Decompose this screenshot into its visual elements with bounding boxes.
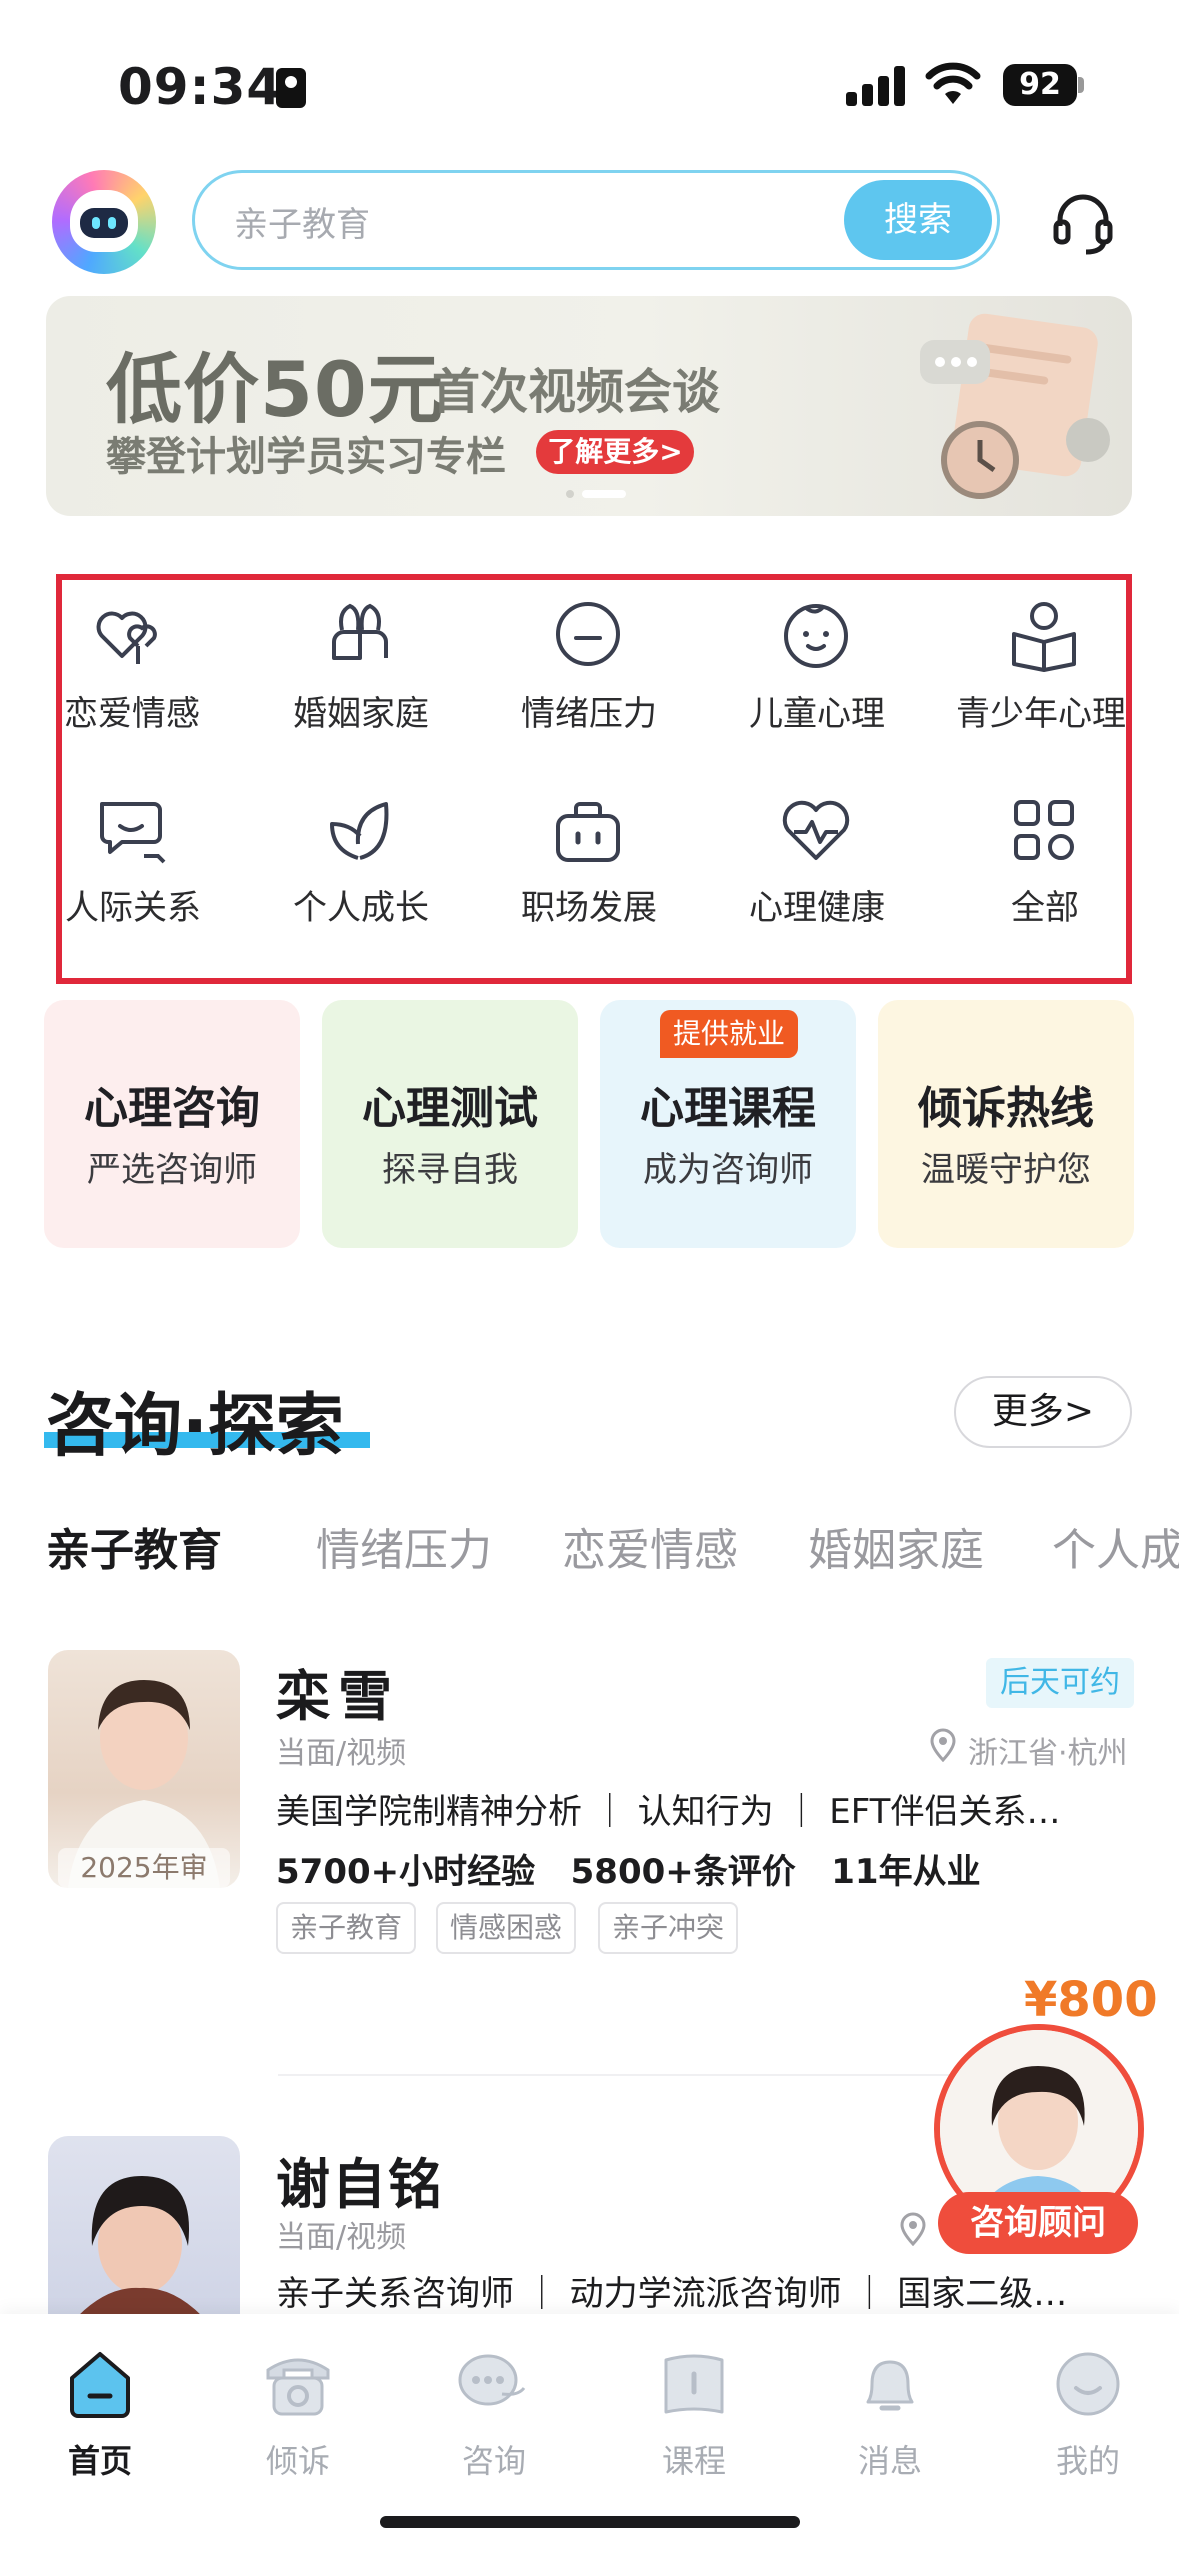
service-card-subtitle: 严选咨询师 (87, 1150, 257, 1190)
banner-learn-more-button[interactable]: 了解更多> (536, 430, 694, 474)
book-icon (664, 2354, 724, 2414)
banner-subtitle: 攀登计划学员实习专栏 (106, 434, 506, 480)
sad-face-icon (556, 602, 620, 666)
nav-messages[interactable]: 消息 (820, 2436, 960, 2482)
robot-eye-right (108, 217, 116, 229)
tab-parenting[interactable]: 亲子教育 (46, 1514, 222, 1578)
cellular-signal-icon (846, 66, 906, 106)
location-pin-icon (930, 1728, 956, 1762)
counselor-tag: 亲子冲突 (598, 1902, 739, 1954)
banner-title-main: 低价50元 (106, 345, 445, 434)
bell-icon (866, 2360, 914, 2411)
couple-icon (332, 603, 388, 660)
service-card-title: 心理课程 (640, 1083, 816, 1134)
category-label[interactable]: 人际关系 (58, 880, 208, 929)
category-label[interactable]: 恋爱情感 (62, 686, 202, 735)
orientation-lock-icon (276, 68, 306, 108)
robot-face (80, 208, 128, 238)
category-label[interactable]: 心理健康 (740, 880, 894, 929)
more-button[interactable]: 更多> (954, 1376, 1132, 1448)
counselor-name[interactable]: 谢自铭 (276, 2140, 444, 2219)
category-label[interactable]: 情绪压力 (512, 686, 666, 735)
banner-pagination-dots[interactable] (566, 490, 630, 498)
counselor-portrait (78, 2176, 202, 2316)
banner-title-rest: 首次视频会谈 (432, 364, 721, 420)
hearts-icon (96, 611, 157, 664)
counselor-photo[interactable] (48, 2136, 240, 2316)
phone-icon (266, 2358, 330, 2416)
tab-romance[interactable]: 恋爱情感 (562, 1514, 738, 1578)
reading-teen-icon (1012, 602, 1076, 672)
nav-home[interactable]: 首页 (30, 2436, 170, 2482)
counselor-price: ¥800 (1024, 1972, 1158, 2028)
tab-marriage[interactable]: 婚姻家庭 (808, 1514, 984, 1578)
location-pin-icon (900, 2212, 926, 2246)
search-button[interactable]: 搜索 (844, 180, 992, 260)
robot-eye-left (92, 217, 100, 229)
home-icon (70, 2352, 130, 2418)
consult-mode: 当面/视频 (276, 1736, 407, 1771)
chat-icon (458, 2354, 526, 2406)
home-indicator[interactable] (380, 2516, 800, 2528)
battery-tip (1078, 77, 1084, 93)
leaf-icon (330, 802, 389, 860)
counselor-tag: 情感困惑 (436, 1902, 577, 1954)
nav-confide[interactable]: 倾诉 (228, 2436, 368, 2482)
battery-indicator: 92 (1003, 64, 1077, 106)
category-label[interactable]: 个人成长 (284, 880, 438, 929)
counselor-stats: 5700+小时经验 5800+条评价 11年从业 (276, 1852, 981, 1892)
nav-consult[interactable]: 咨询 (424, 2436, 564, 2482)
counselor-name[interactable]: 栾雪 (276, 1652, 400, 1731)
service-card-subtitle: 温暖守护您 (921, 1150, 1091, 1190)
nav-profile[interactable]: 我的 (1018, 2436, 1158, 2482)
child-face-icon (784, 604, 848, 668)
service-card-title: 倾诉热线 (918, 1083, 1094, 1134)
category-label[interactable]: 青少年心理 (956, 686, 1126, 735)
clipboard-clock-illustration-icon (920, 313, 1110, 499)
employment-tag-badge: 提供就业 (660, 1010, 798, 1058)
briefcase-icon (556, 802, 620, 862)
tab-personal-growth[interactable]: 个人成长 (1052, 1514, 1179, 1578)
service-card-title: 心理测试 (362, 1083, 538, 1134)
tab-personal-growth-clip: 个人成长 (1052, 1514, 1179, 1578)
service-card-subtitle: 成为咨询师 (643, 1150, 813, 1190)
customer-service-headset-icon[interactable] (1050, 190, 1116, 256)
category-label[interactable]: 婚姻家庭 (284, 686, 438, 735)
chat-bubbles-icon (100, 802, 166, 864)
counselor-location: 浙江省·杭州 (968, 1736, 1128, 1771)
advisor-label[interactable]: 咨询顾问 (938, 2192, 1138, 2254)
search-placeholder: 亲子教育 (234, 205, 370, 245)
counselor-specialties: 美国学院制精神分析 ｜ 认知行为 ｜ EFT伴侣关系… (276, 1792, 1061, 1832)
consult-mode: 当面/视频 (276, 2220, 407, 2255)
section-title: 咨询·探索 (46, 1387, 344, 1466)
grid-icon (1014, 800, 1074, 860)
counselor-specialties: 亲子关系咨询师 ｜ 动力学流派咨询师 ｜ 国家二级… (276, 2274, 1068, 2314)
tab-emotional-stress[interactable]: 情绪压力 (316, 1514, 492, 1578)
service-card-title: 心理咨询 (84, 1083, 260, 1134)
service-card-subtitle: 探寻自我 (382, 1150, 518, 1190)
availability-badge: 后天可约 (986, 1658, 1134, 1708)
heartbeat-icon (782, 800, 850, 860)
annual-review-badge: 2025年审 (58, 1848, 230, 1888)
category-label[interactable]: 全部 (968, 880, 1122, 929)
nav-courses[interactable]: 课程 (624, 2436, 764, 2482)
category-label[interactable]: 儿童心理 (740, 686, 894, 735)
profile-icon (1056, 2352, 1120, 2416)
counselor-tag: 亲子教育 (276, 1902, 417, 1954)
status-time: 09:34 (118, 58, 283, 116)
wifi-icon (925, 62, 981, 104)
category-label[interactable]: 职场发展 (512, 880, 666, 929)
